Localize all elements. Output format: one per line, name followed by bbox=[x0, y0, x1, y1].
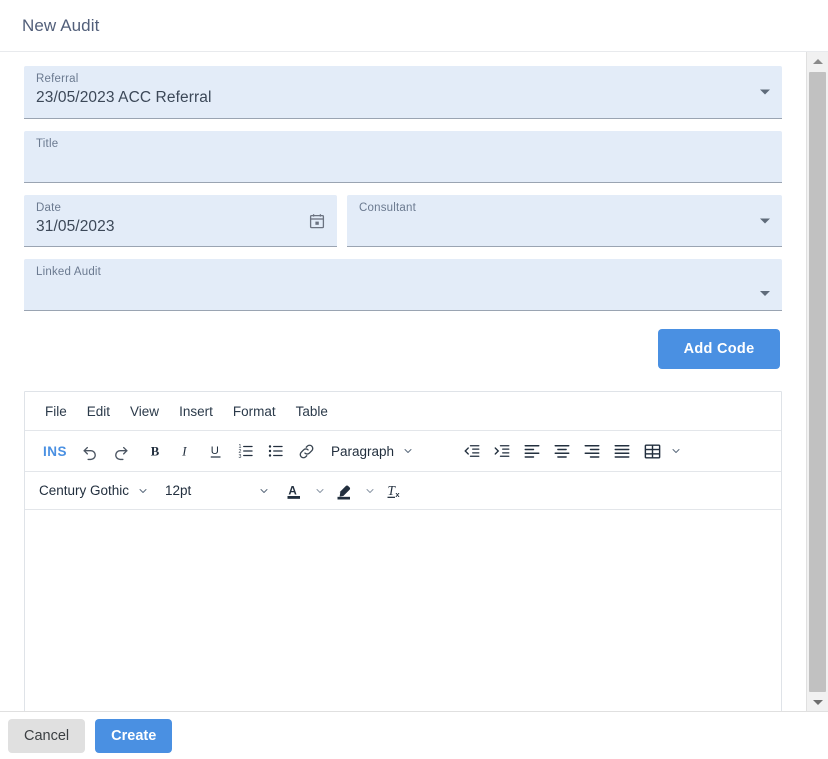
chevron-down-icon bbox=[760, 90, 770, 95]
paragraph-format-label: Paragraph bbox=[331, 444, 394, 459]
text-color-chevron-icon[interactable] bbox=[310, 477, 330, 505]
highlight-color-chevron-icon[interactable] bbox=[360, 477, 380, 505]
svg-text:U: U bbox=[211, 445, 219, 457]
vertical-scrollbar[interactable] bbox=[806, 52, 828, 711]
consultant-label: Consultant bbox=[359, 202, 416, 214]
date-label: Date bbox=[36, 202, 61, 214]
editor-content-area[interactable] bbox=[25, 510, 781, 711]
create-button[interactable]: Create bbox=[95, 719, 172, 753]
triangle-down-icon bbox=[813, 700, 823, 705]
scrollbar-thumb[interactable] bbox=[809, 72, 826, 692]
underline-button[interactable]: U bbox=[201, 437, 231, 465]
cancel-button[interactable]: Cancel bbox=[8, 719, 85, 753]
insert-table-button[interactable] bbox=[637, 437, 667, 465]
menu-format[interactable]: Format bbox=[223, 400, 286, 423]
paragraph-format-select[interactable]: Paragraph bbox=[327, 437, 457, 465]
dialog-footer: Cancel Create bbox=[0, 711, 828, 759]
indent-button[interactable] bbox=[487, 437, 517, 465]
consultant-select[interactable]: Consultant bbox=[347, 195, 782, 247]
align-center-button[interactable] bbox=[547, 437, 577, 465]
font-family-label: Century Gothic bbox=[39, 483, 129, 498]
scroll-down-button[interactable] bbox=[807, 693, 828, 711]
new-audit-dialog: New Audit Referral 23/05/2023 ACC Referr… bbox=[0, 0, 828, 759]
align-left-button[interactable] bbox=[517, 437, 547, 465]
audit-form: Referral 23/05/2023 ACC Referral Title D… bbox=[0, 52, 806, 711]
svg-text:3: 3 bbox=[239, 454, 242, 460]
linked-audit-select[interactable]: Linked Audit bbox=[24, 259, 782, 311]
scroll-up-button[interactable] bbox=[807, 52, 828, 70]
bullet-list-button[interactable] bbox=[261, 437, 291, 465]
dialog-body: Referral 23/05/2023 ACC Referral Title D… bbox=[0, 52, 828, 711]
insert-placeholder-button[interactable]: INS bbox=[35, 444, 75, 459]
chevron-down-icon bbox=[760, 218, 770, 223]
add-code-button[interactable]: Add Code bbox=[658, 329, 780, 369]
menu-table[interactable]: Table bbox=[286, 400, 338, 423]
scroll-area: Referral 23/05/2023 ACC Referral Title D… bbox=[0, 52, 806, 711]
svg-text:B: B bbox=[151, 445, 160, 459]
date-consultant-row: Date 31/05/2023 bbox=[24, 195, 782, 259]
menu-file[interactable]: File bbox=[35, 400, 77, 423]
font-size-select[interactable]: 12pt bbox=[161, 477, 274, 505]
editor-toolbar-row-1: INS bbox=[25, 431, 781, 472]
align-right-button[interactable] bbox=[577, 437, 607, 465]
text-color-button[interactable]: A bbox=[280, 477, 310, 505]
editor-toolbar-row-2: Century Gothic 12pt bbox=[25, 472, 781, 510]
menu-view[interactable]: View bbox=[120, 400, 169, 423]
undo-button[interactable] bbox=[75, 437, 105, 465]
editor-menubar: File Edit View Insert Format Table bbox=[25, 392, 781, 431]
clear-formatting-button[interactable]: T x bbox=[380, 477, 410, 505]
date-input[interactable]: Date 31/05/2023 bbox=[24, 195, 337, 247]
add-code-row: Add Code bbox=[24, 323, 782, 369]
italic-button[interactable]: I bbox=[171, 437, 201, 465]
link-button[interactable] bbox=[291, 437, 321, 465]
menu-edit[interactable]: Edit bbox=[77, 400, 120, 423]
linked-audit-label: Linked Audit bbox=[36, 266, 101, 278]
chevron-down-icon bbox=[402, 445, 414, 457]
svg-text:A: A bbox=[288, 484, 297, 497]
title-label: Title bbox=[36, 138, 58, 150]
chevron-down-icon bbox=[258, 485, 270, 497]
referral-select[interactable]: Referral 23/05/2023 ACC Referral bbox=[24, 66, 782, 119]
font-size-label: 12pt bbox=[165, 483, 191, 498]
menu-insert[interactable]: Insert bbox=[169, 400, 223, 423]
chevron-down-icon bbox=[137, 485, 149, 497]
calendar-icon[interactable] bbox=[309, 213, 325, 229]
numbered-list-button[interactable]: 1 2 3 bbox=[231, 437, 261, 465]
svg-text:I: I bbox=[181, 445, 187, 459]
highlight-color-button[interactable] bbox=[330, 477, 360, 505]
date-value: 31/05/2023 bbox=[36, 218, 115, 236]
font-family-select[interactable]: Century Gothic bbox=[35, 477, 161, 505]
referral-label: Referral bbox=[36, 73, 79, 85]
align-justify-button[interactable] bbox=[607, 437, 637, 465]
bold-button[interactable]: B bbox=[141, 437, 171, 465]
title-input[interactable]: Title bbox=[24, 131, 782, 183]
referral-value: 23/05/2023 ACC Referral bbox=[36, 89, 212, 107]
dialog-header: New Audit bbox=[0, 0, 828, 52]
rich-text-editor: File Edit View Insert Format Table INS bbox=[24, 391, 782, 711]
redo-button[interactable] bbox=[105, 437, 135, 465]
chevron-down-icon bbox=[760, 291, 770, 296]
table-options-chevron-icon[interactable] bbox=[667, 437, 685, 465]
page-title: New Audit bbox=[22, 16, 99, 36]
outdent-button[interactable] bbox=[457, 437, 487, 465]
triangle-up-icon bbox=[813, 59, 823, 64]
svg-text:x: x bbox=[395, 489, 400, 498]
